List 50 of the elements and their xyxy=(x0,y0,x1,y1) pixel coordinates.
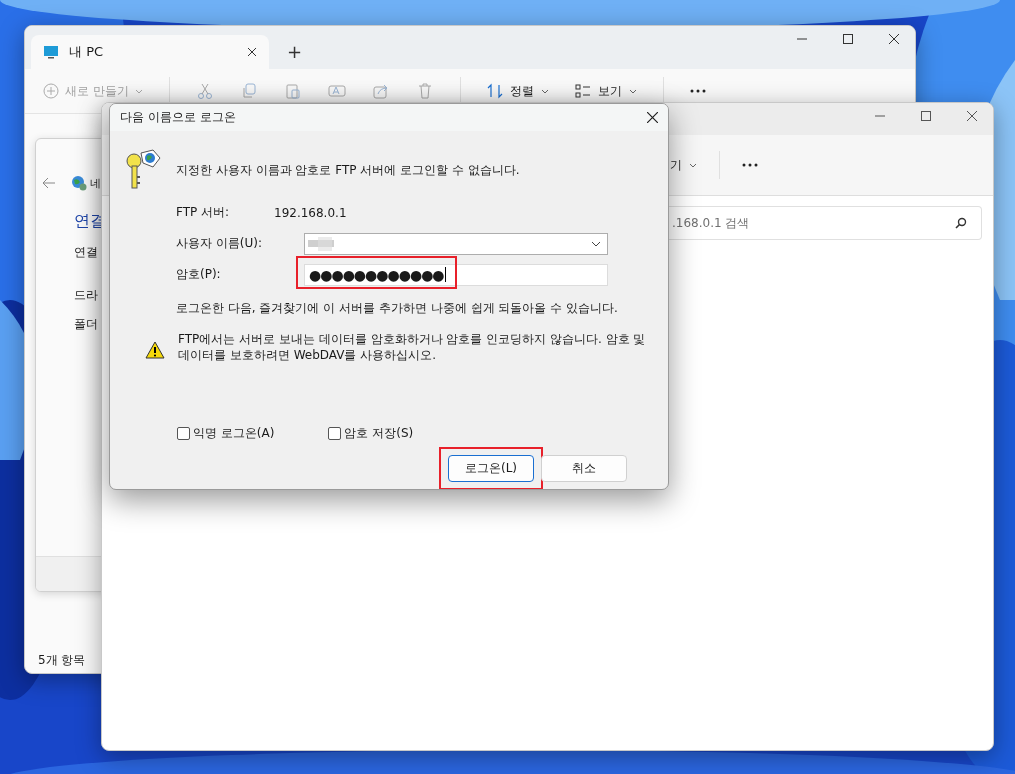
scissors-icon[interactable] xyxy=(195,82,214,100)
wizard-text: 드라 xyxy=(74,287,99,304)
globe-icon xyxy=(71,175,87,191)
dialog-button[interactable]: 취소 xyxy=(541,455,627,482)
new-tab-button[interactable]: + xyxy=(287,41,303,62)
back-arrow-icon[interactable] xyxy=(42,177,56,189)
maximize-icon[interactable] xyxy=(921,111,931,121)
dropdown-icon[interactable] xyxy=(591,240,601,247)
password-field[interactable]: ●●●●●●●●●●●● xyxy=(304,263,608,286)
warning-icon xyxy=(145,341,165,359)
dialog-title: 다음 이름으로 로그온 xyxy=(120,109,236,126)
view-list-icon xyxy=(574,83,591,99)
warning-text: FTP에서는 서버로 보내는 데이터를 암호화하거나 암호를 인코딩하지 않습니다. 암호 및 데이터를 보호하려면 WebDAV를 사용하십시오. xyxy=(178,331,647,363)
share-icon[interactable] xyxy=(371,82,390,100)
checkbox[interactable]: 익명 로그온(A) xyxy=(177,425,275,442)
caret-icon xyxy=(134,88,143,94)
field-label: 암호(P): xyxy=(176,266,222,283)
close-icon[interactable] xyxy=(889,34,899,44)
hint-text: 로그온한 다음, 즐겨찾기에 이 서버를 추가하면 나중에 쉽게 되돌아올 수 있습니다. xyxy=(176,300,619,317)
close-icon[interactable] xyxy=(247,47,257,57)
clipboard-icon[interactable] xyxy=(283,82,302,100)
window-tab[interactable]: 내 PC xyxy=(31,35,269,69)
field-label: 사용자 이름(U): xyxy=(176,235,263,252)
key-icon xyxy=(125,149,161,191)
sort-button[interactable]: 정렬 xyxy=(486,82,549,100)
location-text: 네 xyxy=(90,175,101,191)
close-icon[interactable] xyxy=(647,112,658,123)
more-icon[interactable] xyxy=(742,163,758,167)
caret-icon xyxy=(689,162,697,168)
caret-icon xyxy=(540,88,549,94)
error-message: 지정한 사용자 이름과 암호로 FTP 서버에 로그인할 수 없습니다. xyxy=(176,161,520,179)
view-button[interactable]: 기 xyxy=(670,156,697,174)
status-text: 5개 항목 xyxy=(38,652,86,669)
view-button[interactable]: 보기 xyxy=(574,82,637,100)
wizard-text: 연결 xyxy=(74,244,99,261)
close-icon[interactable] xyxy=(967,111,977,121)
checkbox[interactable]: 암호 저장(S) xyxy=(328,425,414,442)
search-icon xyxy=(955,217,967,229)
server-address: 192.168.0.1 xyxy=(274,205,347,220)
sort-arrows-icon xyxy=(486,83,503,99)
wizard-text: 폴더 xyxy=(74,316,99,333)
caret-icon xyxy=(628,88,637,94)
more-icon[interactable] xyxy=(689,89,706,93)
dialog-button[interactable]: 로그온(L) xyxy=(448,455,534,482)
search-field[interactable]: .168.0.1 검색 xyxy=(669,206,982,240)
field-label: FTP 서버: xyxy=(176,204,231,221)
plus-circle-icon xyxy=(43,83,59,99)
monitor-icon xyxy=(43,44,59,60)
maximize-icon[interactable] xyxy=(843,34,853,44)
rename-icon[interactable] xyxy=(327,82,346,100)
